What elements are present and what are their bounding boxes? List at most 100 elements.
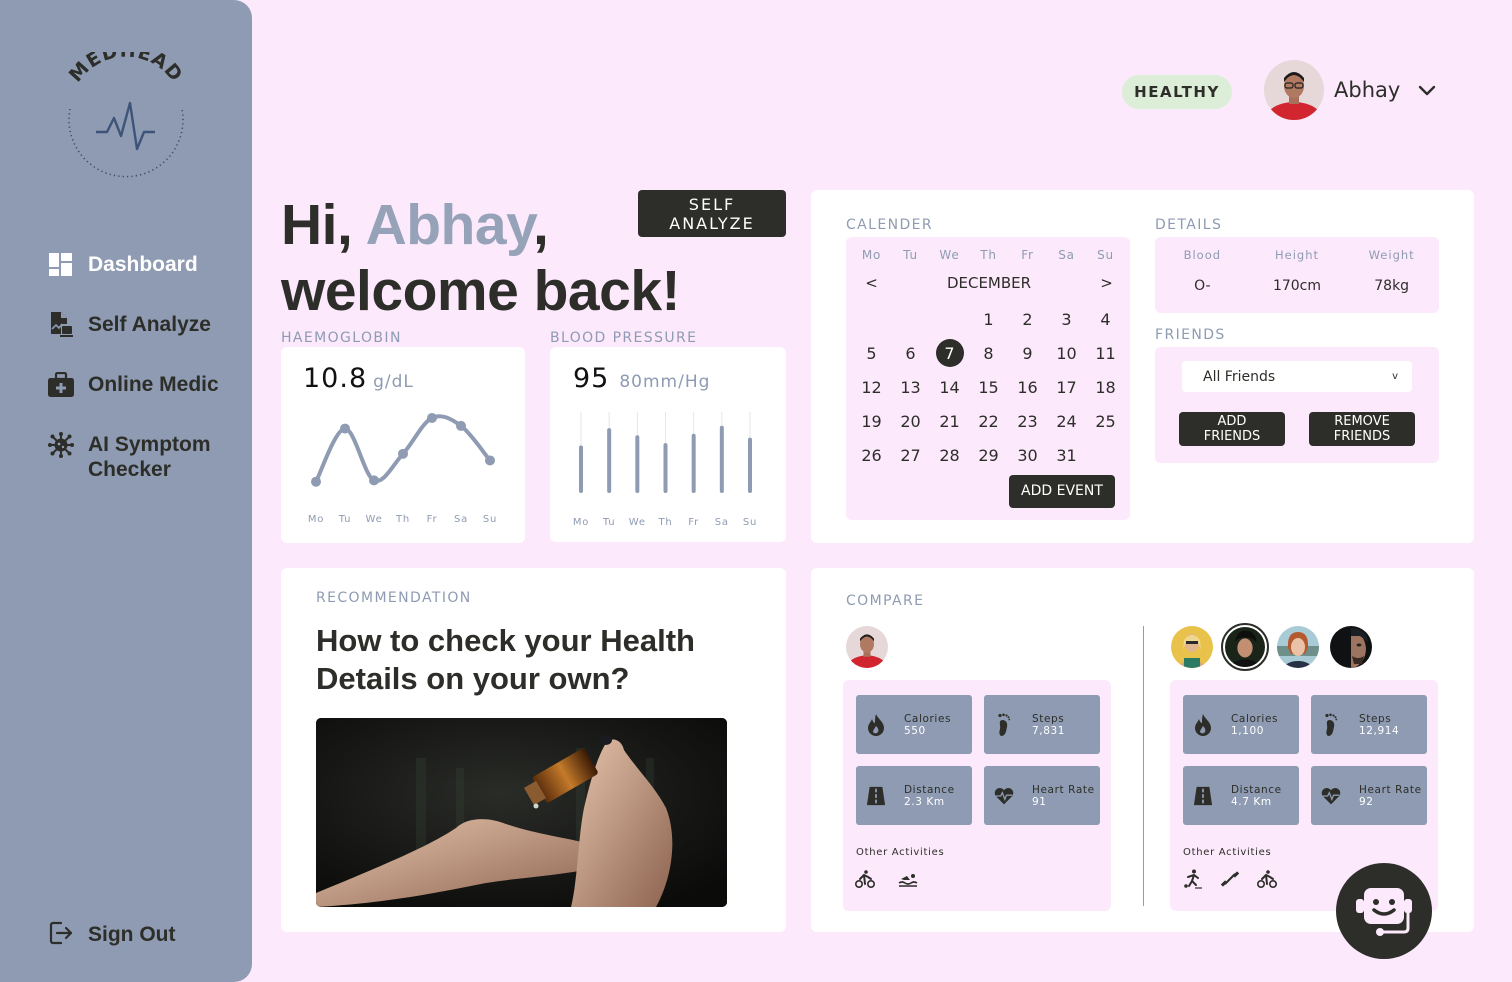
friend-avatar-selected[interactable] (1221, 623, 1269, 671)
calendar-day[interactable]: 17 (1047, 373, 1086, 401)
stat-key: Calories (1231, 712, 1279, 725)
friend-avatar[interactable] (1171, 626, 1213, 668)
calendar-day[interactable]: 25 (1086, 407, 1125, 435)
calendar-day[interactable]: 27 (891, 441, 930, 469)
chevron-down-icon: v (1392, 371, 1398, 382)
calendar-day-number: 5 (866, 343, 877, 363)
calendar-day[interactable]: 30 (1008, 441, 1047, 469)
calendar-day[interactable]: 14 (930, 373, 969, 401)
calendar-day-number: 11 (1095, 343, 1116, 363)
remove-friends-button[interactable]: REMOVE FRIENDS (1309, 412, 1415, 446)
compare-label: COMPARE (846, 593, 925, 609)
friend-avatar[interactable] (1277, 626, 1319, 668)
calendar-day[interactable]: 8 (969, 339, 1008, 367)
dumbbell-icon[interactable] (1220, 869, 1240, 889)
calendar-day[interactable]: 3 (1047, 305, 1086, 333)
stat-text: Distance 2.3 Km (904, 784, 955, 808)
detail-blood: Blood O- (1155, 248, 1250, 294)
calendar-day[interactable]: 28 (930, 441, 969, 469)
calendar-day-selected[interactable]: 7 (930, 339, 969, 367)
calendar-day[interactable]: 29 (969, 441, 1008, 469)
calendar-day-number: 19 (861, 411, 882, 431)
stat-text: Calories 550 (904, 713, 951, 737)
calendar-day[interactable]: 21 (930, 407, 969, 435)
sidebar-item-ai-symptom-checker[interactable]: AI Symptom Checker (48, 432, 228, 482)
calendar-weekdays: Mo Tu We Th Fr Sa Su (852, 248, 1126, 262)
calendar-day[interactable]: 1 (969, 305, 1008, 333)
calendar-day[interactable]: 2 (1008, 305, 1047, 333)
calendar-day[interactable]: 11 (1086, 339, 1125, 367)
calendar-day-number: 13 (900, 377, 921, 397)
swimming-icon[interactable] (898, 869, 918, 889)
add-friends-button[interactable]: ADD FRIENDS (1179, 412, 1285, 446)
calendar-day[interactable]: 23 (1008, 407, 1047, 435)
calendar-day-number: 9 (1022, 343, 1033, 363)
calendar-day-number: 10 (1056, 343, 1077, 363)
stat-value: 91 (1032, 795, 1047, 808)
sidebar-item-self-analyze[interactable]: Self Analyze (48, 312, 228, 338)
calendar-prev-button[interactable]: < (852, 274, 891, 292)
calendar-day-number: 24 (1056, 411, 1077, 431)
detail-key: Blood (1183, 248, 1222, 262)
calendar-month: DECEMBER (946, 274, 1032, 292)
calendar-day-number: 3 (1061, 309, 1072, 329)
calendar-day[interactable]: 18 (1086, 373, 1125, 401)
medhead-logo: MEDHEAD (65, 52, 186, 178)
calendar-day[interactable]: 12 (852, 373, 891, 401)
calendar-day[interactable]: 10 (1047, 339, 1086, 367)
bp-x-tick: Su (743, 517, 757, 528)
sign-out-button[interactable]: Sign Out (48, 920, 176, 950)
sidebar: MEDHEAD Dashboard Self Analyze Online Me… (0, 0, 252, 982)
calendar-day[interactable]: 9 (1008, 339, 1047, 367)
cycling-icon[interactable] (1257, 869, 1277, 889)
add-event-button[interactable]: ADD EVENT (1009, 475, 1115, 508)
stat-key: Steps (1359, 712, 1392, 725)
self-analyze-button[interactable]: SELF ANALYZE (638, 190, 786, 237)
calendar-day[interactable]: 26 (852, 441, 891, 469)
calendar-day[interactable]: 20 (891, 407, 930, 435)
add-friends-label: ADD FRIENDS (1203, 414, 1261, 444)
medical-kit-icon (48, 372, 74, 398)
calendar-day[interactable]: 6 (891, 339, 930, 367)
recommendation-image[interactable] (316, 718, 727, 907)
calendar-day[interactable]: 15 (969, 373, 1008, 401)
football-icon[interactable] (1183, 869, 1203, 889)
stat-value: 1,100 (1231, 724, 1265, 737)
detail-value: O- (1194, 278, 1211, 294)
calendar-day[interactable]: 4 (1086, 305, 1125, 333)
calendar-day[interactable]: 19 (852, 407, 891, 435)
calendar-day-number: 21 (939, 411, 960, 431)
heartbeat-icon (96, 101, 155, 151)
calendar-day[interactable]: 5 (852, 339, 891, 367)
sidebar-item-online-medic[interactable]: Online Medic (48, 372, 228, 398)
greeting: Hi, Abhay, welcome back! (281, 192, 681, 324)
sidebar-item-dashboard[interactable]: Dashboard (48, 252, 228, 278)
stat-tile-heart-rate: Heart Rate 91 (984, 766, 1100, 825)
calendar-weekday: Su (1097, 248, 1114, 262)
calendar-day[interactable]: 24 (1047, 407, 1086, 435)
friends-select[interactable]: All Friends v (1182, 361, 1412, 392)
calendar-day[interactable]: 31 (1047, 441, 1086, 469)
calendar-day[interactable]: 16 (1008, 373, 1047, 401)
calendar-day[interactable]: 13 (891, 373, 930, 401)
user-menu[interactable]: Abhay (1264, 60, 1436, 120)
calendar-weekday: Th (980, 248, 997, 262)
road-icon (1193, 785, 1213, 807)
calendar-day-number: 18 (1095, 377, 1116, 397)
stat-key: Steps (1032, 712, 1065, 725)
greeting-line1: Hi, Abhay, (281, 192, 680, 258)
haemoglobin-x-tick: Th (395, 514, 410, 525)
chevron-down-icon[interactable] (1418, 81, 1436, 100)
cycling-icon[interactable] (855, 869, 875, 889)
dashboard-icon (48, 252, 74, 278)
recommendation-title[interactable]: How to check your Health Details on your… (316, 622, 756, 698)
friend-avatar[interactable] (1330, 626, 1372, 668)
stat-value: 12,914 (1359, 724, 1400, 737)
chatbot-button[interactable] (1336, 863, 1432, 959)
stat-text: Distance 4.7 Km (1231, 784, 1282, 808)
stat-tile-steps: Steps 7,831 (984, 695, 1100, 754)
compare-user-avatar (846, 626, 888, 668)
calendar-next-button[interactable]: > (1087, 274, 1126, 292)
calendar-day[interactable]: 22 (969, 407, 1008, 435)
detail-key: Height (1274, 248, 1319, 262)
